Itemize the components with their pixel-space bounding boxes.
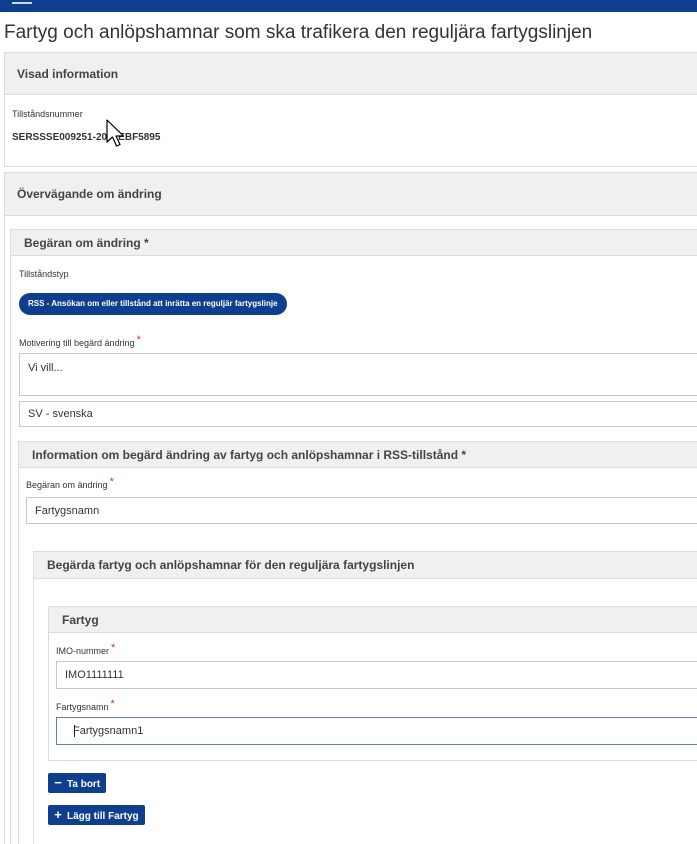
permit-type-tag: RSS - Ansökan om eller tillstånd att inr… (19, 293, 287, 315)
remove-ship-label: Ta bort (67, 779, 101, 790)
imo-value: IMO1111111 (65, 669, 124, 681)
required-marker: * (110, 698, 115, 710)
imo-input[interactable]: IMO1111111 (56, 661, 697, 689)
requested-ships-header: Begärda fartyg och anlöpshamnar för den … (34, 552, 697, 579)
language-value: SV - svenska (28, 408, 93, 420)
top-bar (0, 0, 697, 12)
permit-type-label: Tillståndstyp (19, 269, 69, 279)
change-select[interactable]: Fartygsnamn (26, 497, 697, 524)
remove-ship-button[interactable]: − Ta bort (48, 773, 107, 793)
considerations-header: Övervägande om ändring (5, 173, 697, 216)
motivation-value: Vi vill... (28, 362, 63, 374)
shown-info-panel: Visad information Tillståndsnummer SERSS… (4, 52, 697, 167)
rss-change-header: Information om begärd ändring av fartyg … (19, 442, 697, 468)
ship-name-label: Fartygsnamn * (56, 698, 115, 713)
considerations-heading: Övervägande om ändring (17, 187, 162, 201)
shown-info-header: Visad information (5, 53, 697, 95)
logo-icon (12, 2, 32, 6)
rss-change-heading: Information om begärd ändring av fartyg … (32, 447, 467, 462)
change-value: Fartygsnamn (35, 504, 100, 517)
mouse-pointer-icon (106, 119, 125, 147)
minus-icon: − (54, 775, 62, 790)
motivation-textarea[interactable]: Vi vill... (19, 353, 697, 396)
ship-header: Fartyg (49, 607, 697, 633)
permit-number-label: Tillståndsnummer (12, 109, 83, 119)
requested-ships-heading: Begärda fartyg och anlöpshamnar för den … (47, 558, 415, 572)
motivation-label-text: Motivering till begärd ändring (19, 338, 135, 348)
page-title: Fartyg och anlöpshamnar som ska trafiker… (4, 22, 593, 43)
permit-number-value: SERSSSE009251-20 EBF5895 (12, 132, 161, 143)
language-select[interactable]: SV - svenska (19, 401, 697, 427)
change-label: Begäran om ändring * (26, 476, 114, 491)
request-header: Begäran om ändring * (11, 230, 697, 256)
add-ship-label: Lägg till Fartyg (67, 811, 139, 822)
required-marker: * (136, 334, 141, 346)
plus-icon: + (54, 807, 62, 822)
shown-info-heading: Visad information (17, 66, 119, 81)
change-label-text: Begäran om ändring (26, 480, 108, 490)
imo-label: IMO-nummer * (56, 642, 116, 657)
motivation-label: Motivering till begärd ändring * (19, 334, 141, 349)
required-marker: * (109, 476, 114, 488)
text-caret (74, 725, 75, 737)
ship-name-label-text: Fartygsnamn (56, 702, 109, 712)
ship-name-value: Fartygsnamn1 (73, 725, 144, 737)
imo-label-text: IMO-nummer (56, 646, 110, 656)
ship-heading: Fartyg (62, 612, 99, 627)
ship-name-input[interactable]: Fartygsnamn1 (56, 717, 697, 745)
required-marker: * (111, 642, 116, 654)
add-ship-button[interactable]: + Lägg till Fartyg (48, 805, 145, 825)
request-heading: Begäran om ändring * (24, 235, 149, 250)
